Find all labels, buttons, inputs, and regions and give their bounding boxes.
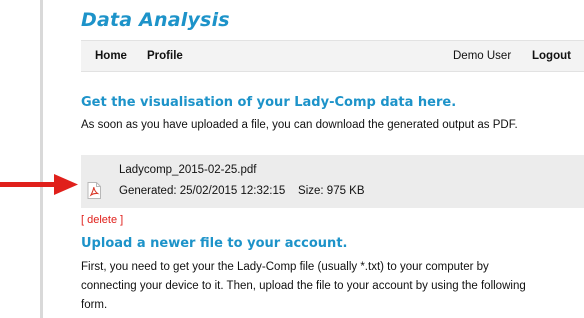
upload-line-2: connecting your device to it. Then, uplo… [81, 280, 526, 292]
nav-home-link[interactable]: Home [95, 50, 127, 62]
pdf-file-icon[interactable] [87, 182, 101, 199]
logout-link[interactable]: Logout [532, 50, 571, 62]
red-arrow-icon [0, 174, 78, 195]
visualisation-heading: Get the visualisation of your Lady-Comp … [81, 95, 457, 110]
upload-line-1: First, you need to get your the Lady-Com… [81, 261, 489, 273]
navbar: Home Profile Demo User Logout [81, 40, 584, 72]
current-user-name: Demo User [453, 50, 512, 62]
app-title: Data Analysis [81, 9, 230, 31]
file-name-link[interactable]: Ladycomp_2015-02-25.pdf [119, 164, 256, 176]
file-entry: Ladycomp_2015-02-25.pdf Generated: 25/02… [81, 155, 584, 208]
visualisation-description: As soon as you have uploaded a file, you… [81, 119, 518, 131]
nav-profile-link[interactable]: Profile [147, 50, 183, 62]
delete-link[interactable]: [ delete ] [81, 214, 123, 226]
file-metadata: Generated: 25/02/2015 12:32:15 Size: 975… [119, 185, 365, 197]
upload-line-3: form. [81, 299, 108, 311]
left-border [40, 0, 43, 318]
upload-heading: Upload a newer file to your account. [81, 236, 348, 251]
